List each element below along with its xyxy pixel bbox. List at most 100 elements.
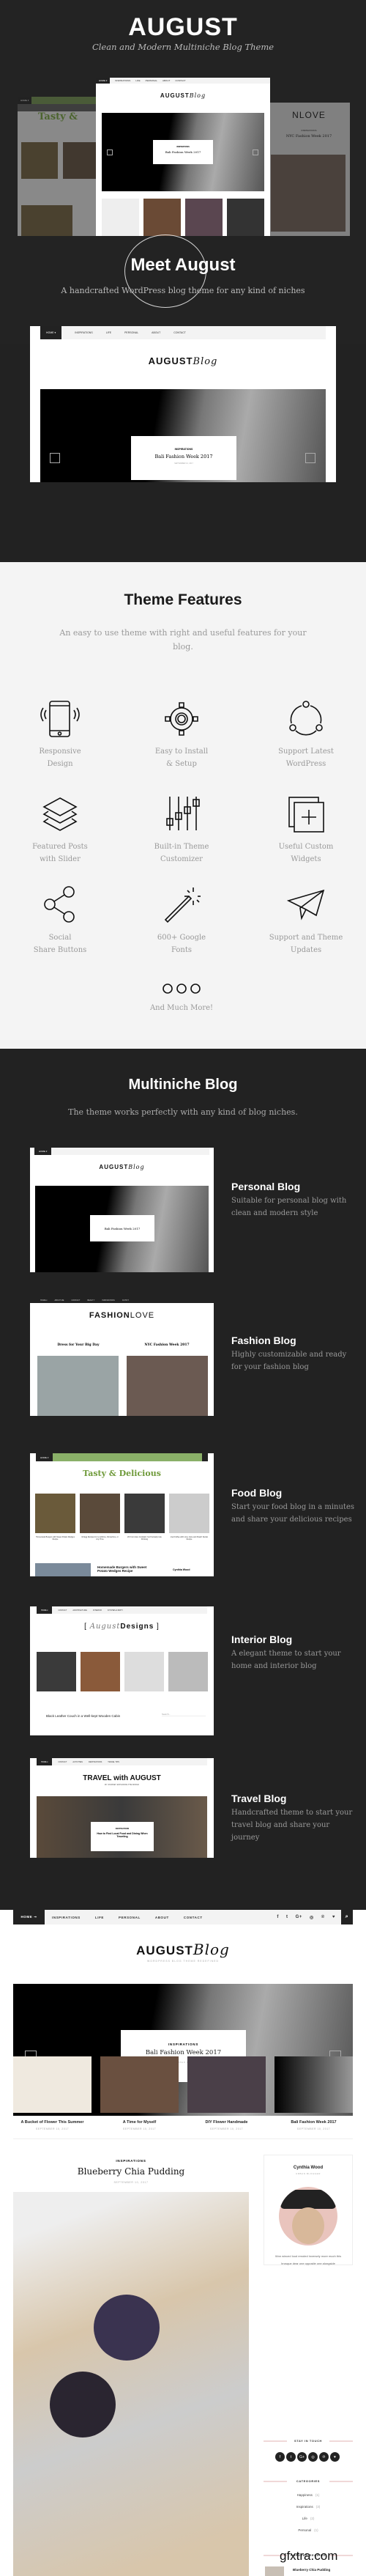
main-nav: HOME ➞ INSPIRATIONS LIFE PERSONAL ABOUT … [13, 1910, 353, 1924]
nav-item-inspirations[interactable]: INSPIRATIONS [52, 1916, 81, 1919]
preview-slide-category: INSPIRATIONS [176, 146, 190, 148]
preview-thumb [63, 142, 98, 179]
facebook-icon[interactable]: f [275, 2452, 285, 2462]
blog-desc: Start your food blog in a minutes and sh… [231, 1503, 354, 1524]
preview-next-arrow [305, 453, 315, 463]
sliders-icon [166, 797, 200, 830]
preview-image [271, 155, 346, 232]
preview-slider: Bali Fashion Week 2017 [35, 1186, 209, 1272]
preview-nav-item: INSPIRATIONS [75, 331, 93, 334]
post-card[interactable]: A Bucket of Flower This Summer SEPTEMBER … [13, 2056, 92, 2130]
preview-featured: Homemade Burgers with Sweet Potato Wedge… [97, 1565, 147, 1573]
preview-prev-arrow [107, 150, 113, 155]
google-plus-icon[interactable]: G+ [296, 1915, 302, 1919]
category-item[interactable]: Happiness (1) [264, 2493, 353, 2497]
preview-nav-item: PERSONAL [124, 331, 139, 334]
preview-post-title: NYC Fashion Week 2017 [285, 134, 332, 139]
feature-item: Social Share Buttons [1, 886, 119, 956]
feature-item: Support and Theme Updates [247, 886, 365, 956]
preview-prev-arrow [50, 453, 60, 463]
preview-search: Search... [162, 1713, 206, 1716]
preview-nav-item: LIFE [135, 79, 141, 82]
food-blog-preview: HOME ▾ Tasty & Delicious Homemade Burger… [30, 1453, 214, 1576]
pinterest-icon[interactable]: ℗ [319, 2452, 329, 2462]
popular-post-thumb[interactable] [265, 2566, 284, 2576]
feature-item: Featured Posts with Slider [1, 795, 119, 866]
preview-post-title: Dress for Your Big Day [57, 1343, 100, 1347]
blog-title: Personal Blog [231, 1181, 301, 1192]
preview-logo: Tasty & Delicious [83, 1469, 161, 1478]
twitter-icon[interactable]: t [286, 1915, 288, 1919]
preview-slide-date: SEPTEMBER 10, 2017 [174, 462, 193, 465]
preview-logo: AUGUSTBlog [99, 1164, 145, 1170]
post-card[interactable]: Bali Fashion Week 2017 SEPTEMBER 10, 2017 [274, 2056, 353, 2130]
main-post-image[interactable] [13, 2192, 249, 2576]
preview-thumb [185, 199, 223, 236]
demo-homepage: HOME ➞ INSPIRATIONS LIFE PERSONAL ABOUT … [0, 1910, 366, 2576]
paper-plane-icon [287, 889, 325, 920]
post-card[interactable]: DIY Flower Handmade SEPTEMBER 10, 2017 [187, 2056, 266, 2130]
blog-info-travel: Travel Blog Handcrafted theme to start y… [231, 1793, 356, 1844]
features-title: Theme Features [124, 591, 242, 608]
stay-in-touch-heading: STAY IN TOUCH [264, 2439, 353, 2443]
blog-desc: Highly customizable and ready for your f… [231, 1351, 347, 1371]
bloglovin-icon[interactable]: ♥ [332, 1915, 335, 1919]
preview-nav-home: HOME ▾ [18, 97, 32, 104]
section-divider [13, 2138, 353, 2139]
categories-heading: CATEGORIES [264, 2479, 353, 2483]
nav-item-personal[interactable]: PERSONAL [119, 1916, 141, 1919]
layers-icon [42, 797, 78, 831]
author-widget: Cynthia Wood URBAN BLOGGER Won winced lo… [264, 2155, 353, 2265]
meet-title: Meet August [130, 255, 236, 275]
preview-nav-item: ABOUT [162, 79, 171, 82]
blog-desc: Handcrafted theme to start your travel b… [231, 1809, 353, 1842]
site-tagline: WORDPRESS BLOG THEME REDEFINED [146, 1960, 219, 1963]
blog-info-personal: Personal Blog Suitable for personal blog… [231, 1181, 356, 1219]
post-card[interactable]: A Time for Myself SEPTEMBER 10, 2017 [100, 2056, 179, 2130]
search-icon[interactable]: ⌕ [341, 1910, 353, 1924]
preview-slider: INSPIRATIONS Bali Fashion Week 2017 [102, 113, 264, 191]
preview-thumb [143, 199, 181, 236]
bloglovin-icon[interactable]: ♥ [330, 2452, 340, 2462]
category-item[interactable]: Inspirations (3) [264, 2505, 353, 2509]
site-logo[interactable]: AUGUSTBlog WORDPRESS BLOG THEME REDEFINE… [0, 1941, 366, 1963]
preview-thumb [227, 199, 264, 236]
google-plus-icon[interactable]: G+ [297, 2452, 307, 2462]
main-post-category[interactable]: INSPIRATIONS [13, 2159, 249, 2163]
instagram-icon[interactable]: ◎ [308, 2452, 318, 2462]
preview-image [127, 1356, 208, 1416]
feature-item: And Much More! [123, 983, 240, 1014]
preview-nav-item: PERSONAL [145, 79, 157, 82]
twitter-icon[interactable]: t [286, 2452, 296, 2462]
fashion-preview-right: NLOVE INSPIRATIONS NYC Fashion Week 2017 [268, 103, 350, 236]
nav-home[interactable]: HOME ➞ [13, 1910, 45, 1924]
popular-post-title[interactable]: Blueberry Chia Pudding [293, 2568, 330, 2572]
slide-category: INSPIRATIONS [168, 2042, 199, 2046]
preview-nav-item: ABOUT [152, 331, 161, 334]
nav-item-about[interactable]: ABOUT [155, 1916, 169, 1919]
preview-nav-item: INSPIRATIONS [115, 79, 131, 82]
fashion-blog-preview: HOME ▾ ABOUT ME CONTACT BEAUTY INSPIRATIONS O… [30, 1297, 214, 1416]
category-item[interactable]: Personal (1) [264, 2528, 353, 2532]
blog-title: Travel Blog [231, 1793, 287, 1804]
feature-item: Built-in Theme Customizer [123, 795, 240, 866]
blog-title: Fashion Blog [231, 1335, 296, 1346]
multiniche-subtitle: The theme works perfectly with any kind … [68, 1107, 298, 1117]
meet-preview: HOME ▾ INSPIRATIONS LIFE PERSONAL ABOUT … [30, 326, 336, 482]
preview-post-title: NYC Fashion Week 2017 [144, 1343, 190, 1347]
share-icon [44, 886, 75, 923]
preview-tagline: MY JOURNEY EXPLORING THE WORLD [104, 1784, 140, 1786]
nav-item-contact[interactable]: CONTACT [184, 1916, 203, 1919]
main-post-title[interactable]: Blueberry Chia Pudding [13, 2166, 249, 2177]
category-item[interactable]: Life (2) [264, 2517, 353, 2520]
instagram-icon[interactable]: ◎ [310, 1915, 314, 1920]
magic-wand-icon [164, 887, 201, 923]
blog-desc: Suitable for personal blog with clean an… [231, 1197, 347, 1217]
facebook-icon[interactable]: f [277, 1915, 279, 1919]
feature-item: Easy to Install & Setup [123, 700, 240, 770]
preview-nav-home: HOME ▾ [96, 78, 111, 84]
nav-item-life[interactable]: LIFE [95, 1916, 104, 1919]
add-widget-icon [288, 797, 324, 833]
pinterest-icon[interactable]: ℗ [321, 1915, 325, 1919]
author-avatar [279, 2187, 337, 2245]
